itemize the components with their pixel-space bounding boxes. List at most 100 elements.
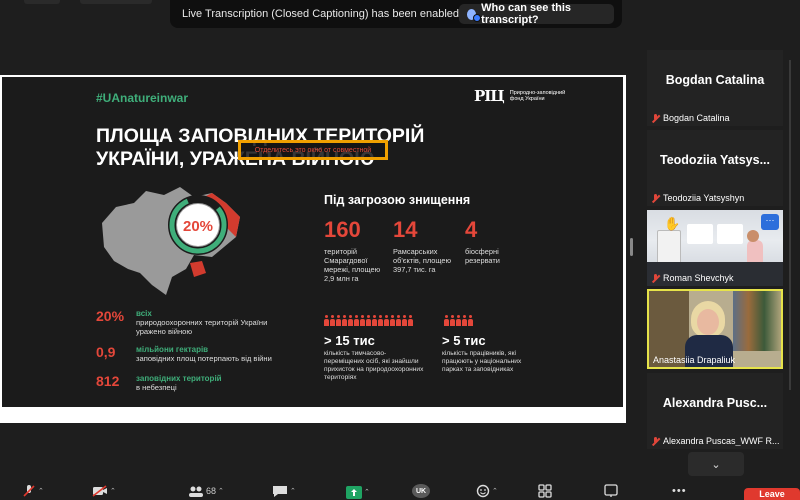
top-bar-stub <box>24 0 60 4</box>
left-stat-territories: 812 заповідних територій в небезпеці <box>96 373 296 393</box>
person-icon <box>408 315 413 326</box>
stat-desc: Рамсарських об'єктів, площею 397,7 тис. … <box>393 247 452 274</box>
person-icon <box>348 315 353 326</box>
participant-name: Anastasiia Drapaliuk <box>653 355 736 365</box>
share-screen-icon <box>346 485 362 499</box>
person-icon <box>468 315 473 326</box>
person-icon <box>336 315 341 326</box>
language-badge: UK <box>412 484 430 498</box>
chevron-up-icon[interactable]: ⌃ <box>364 488 370 496</box>
person-icon <box>444 315 449 326</box>
participant-big-name: Bogdan Catalina <box>665 73 765 87</box>
stat-value: 14 <box>393 217 418 242</box>
stat-value: 160 <box>324 217 361 242</box>
person-icon <box>462 315 467 326</box>
chat-icon <box>273 485 287 497</box>
left-stat-white: в небезпеці <box>136 383 177 392</box>
slide-logo: РІЦ Природно-заповідний фонд України <box>474 87 572 105</box>
screen-share-overlay-label[interactable]: Отделитесь это окно от совместной <box>238 140 388 160</box>
people-icons-workers <box>444 315 473 326</box>
apps-icon <box>538 484 552 498</box>
stat-desc: біосферні резервати <box>465 247 500 265</box>
participant-name: Teodoziia Yatsyshyn <box>663 193 745 203</box>
whiteboard-icon <box>604 484 618 497</box>
logo-mark: РІЦ <box>474 87 505 105</box>
smiley-plus-icon <box>476 484 490 498</box>
participants-scrollbar[interactable] <box>789 60 791 390</box>
person-icon <box>390 315 395 326</box>
participant-tile[interactable]: Teodoziia Yatsys... Teodoziia Yatsyshyn <box>647 130 783 206</box>
chat-button[interactable]: ⌃ <box>272 484 296 498</box>
mic-muted-icon <box>651 273 660 283</box>
participant-tile-active-speaker[interactable]: Anastasiia Drapaliuk <box>647 289 783 369</box>
left-stat-percent: 20% всіх природоохоронних територій Укра… <box>96 309 296 337</box>
more-button[interactable]: ••• <box>672 484 687 498</box>
left-stat-green: мільйони гектарів <box>136 345 209 354</box>
people-icon <box>467 8 482 22</box>
chevron-up-icon[interactable]: ⌃ <box>218 487 224 495</box>
chevron-up-icon[interactable]: ⌃ <box>110 487 116 495</box>
participants-icon <box>189 486 203 497</box>
raise-hand-icon: ✋ <box>664 216 681 231</box>
participant-tile[interactable]: Bogdan Catalina Bogdan Catalina <box>647 50 783 126</box>
whiteboard-button[interactable] <box>604 484 618 498</box>
stat-ramsar: 14 Рамсарських об'єктів, площею 397,7 ти… <box>393 217 455 274</box>
map-percent: 20% <box>183 218 213 235</box>
chevron-up-icon[interactable]: ⌃ <box>290 487 296 495</box>
chevron-down-icon: ⌄ <box>711 458 721 471</box>
chevron-up-icon[interactable]: ⌃ <box>492 487 498 495</box>
participant-name: Alexandra Puscas_WWF R... <box>663 436 780 446</box>
stat-value: 4 <box>465 217 478 242</box>
person-icon <box>330 315 335 326</box>
who-can-see-transcript-button[interactable]: Who can see this transcript? <box>459 2 614 26</box>
panel-resize-handle[interactable] <box>630 238 633 256</box>
mic-muted-icon <box>651 113 660 123</box>
threat-title: Під загрозою знищення <box>324 193 471 207</box>
who-button-label: Who can see this transcript? <box>481 2 572 26</box>
left-stat-value: 0,9 <box>96 344 116 360</box>
apps-button[interactable] <box>538 484 552 498</box>
participants-button[interactable]: 68 ⌃ <box>188 484 224 498</box>
person-icon <box>402 315 407 326</box>
mid-stat-desc: кількість тимчасово-переміщених осіб, як… <box>324 350 424 381</box>
mid-stat-workers: > 5 тис кількість працівників, які працю… <box>442 333 532 374</box>
participant-big-name: Alexandra Pusc... <box>662 396 768 410</box>
mid-stat-displaced: > 15 тис кількість тимчасово-переміщених… <box>324 333 424 382</box>
logo-text: Природно-заповідний фонд України <box>509 89 566 103</box>
left-stat-green: всіх <box>136 309 152 318</box>
person-icon <box>342 315 347 326</box>
top-bar-stub <box>80 0 152 4</box>
person-icon <box>384 315 389 326</box>
more-options-button[interactable]: ··· <box>761 214 779 230</box>
left-stat-hectares: 0,9 мільйони гектарів заповідних площ по… <box>96 344 306 364</box>
left-stat-value: 812 <box>96 373 120 389</box>
reactions-button[interactable]: ⌃ <box>476 484 498 498</box>
shared-screen[interactable]: #UAnatureinwar РІЦ Природно-заповідний ф… <box>0 75 626 423</box>
leave-button[interactable]: Leave <box>744 488 800 500</box>
zoom-meeting-window: Live Transcription (Closed Captioning) h… <box>0 0 800 500</box>
caption-message: Live Transcription (Closed Captioning) h… <box>182 8 460 20</box>
slide-hashtag: #UAnatureinwar <box>96 91 189 105</box>
participant-tile[interactable]: Alexandra Pusc... Alexandra Puscas_WWF R… <box>647 373 783 449</box>
mid-stat-value: > 15 тис <box>324 333 375 348</box>
mid-stat-desc: кількість працівників, які працюють у на… <box>442 350 522 373</box>
language-interpretation-button[interactable]: UK <box>412 484 430 498</box>
share-screen-button[interactable]: ⌃ <box>346 485 370 499</box>
person-icon <box>450 315 455 326</box>
mute-button[interactable]: ⌃ <box>22 484 44 498</box>
person-icon <box>324 315 329 326</box>
left-stat-white: природоохоронних територій України ураже… <box>136 318 268 336</box>
participant-name: Bogdan Catalina <box>663 113 730 123</box>
chevron-up-icon[interactable]: ⌃ <box>38 487 44 495</box>
person-icon <box>396 315 401 326</box>
participant-name: Roman Shevchyk <box>663 273 734 283</box>
person-icon <box>360 315 365 326</box>
people-icons-displaced <box>324 315 413 326</box>
mic-muted-icon <box>651 193 660 203</box>
video-button[interactable]: ⌃ <box>92 484 116 498</box>
caption-banner: Live Transcription (Closed Captioning) h… <box>170 0 622 28</box>
scroll-down-button[interactable]: ⌄ <box>688 452 744 476</box>
mic-off-icon <box>23 485 35 497</box>
person-icon <box>378 315 383 326</box>
more-icon: ••• <box>672 485 687 497</box>
